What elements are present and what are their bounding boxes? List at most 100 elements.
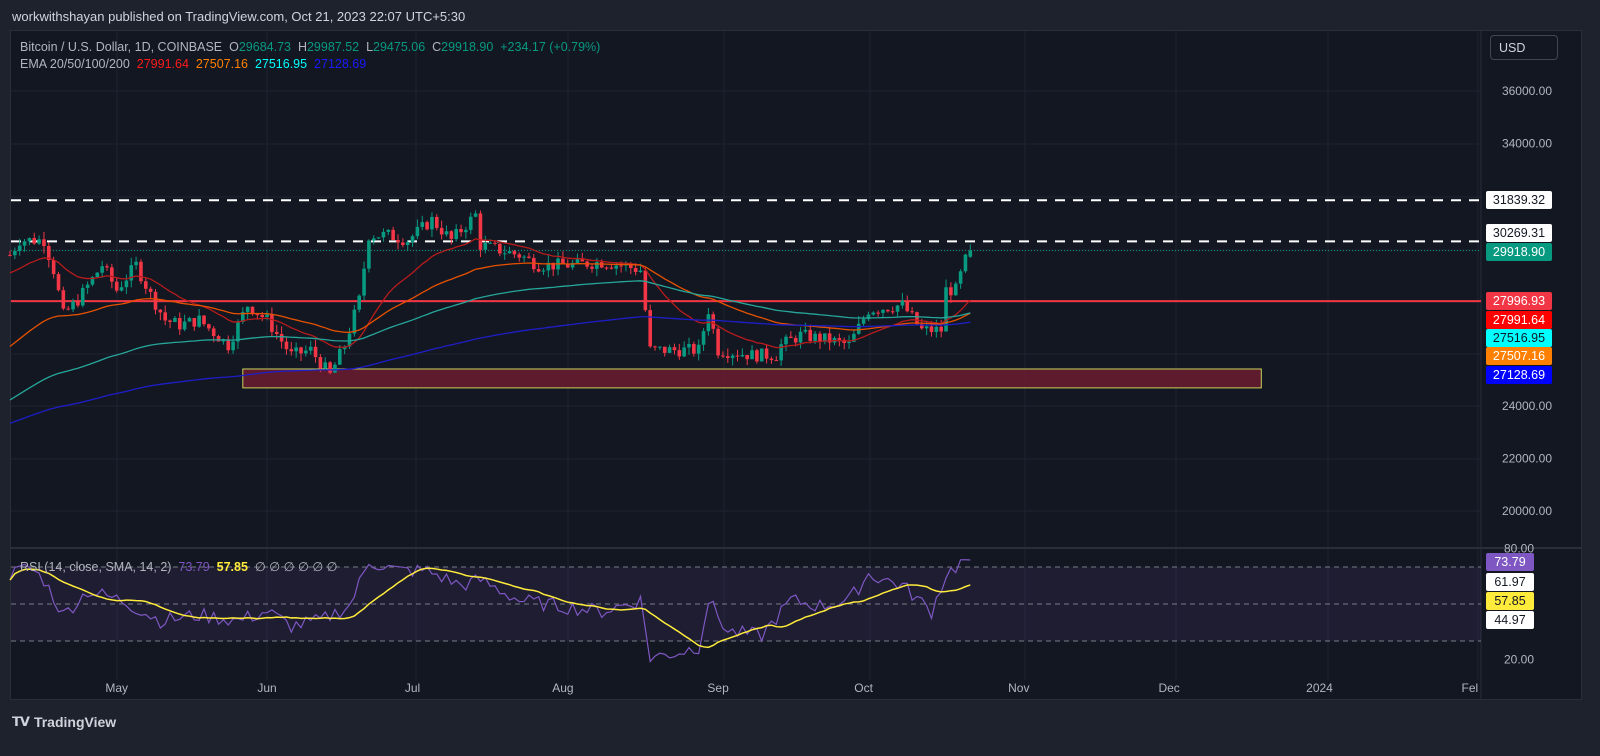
candle bbox=[304, 345, 308, 357]
candle-body bbox=[915, 312, 919, 325]
candle bbox=[473, 210, 478, 218]
candle bbox=[401, 238, 405, 248]
candle-body bbox=[56, 274, 61, 291]
candle-body bbox=[216, 336, 221, 342]
candle-body bbox=[658, 346, 662, 348]
candle bbox=[726, 348, 730, 363]
candle-body bbox=[95, 272, 100, 277]
candle-body bbox=[299, 347, 303, 354]
candle-body bbox=[444, 231, 449, 235]
currency-button[interactable]: USD bbox=[1490, 35, 1558, 60]
candle bbox=[735, 349, 740, 362]
candle-body bbox=[386, 229, 391, 232]
candle bbox=[910, 307, 914, 315]
candle bbox=[158, 309, 163, 321]
rsi-label[interactable]: RSI (14, close, SMA, 14, 2) bbox=[20, 560, 171, 574]
candle bbox=[381, 228, 386, 242]
candle-body bbox=[871, 312, 876, 315]
candle-body bbox=[32, 238, 37, 244]
candle-body bbox=[730, 355, 735, 359]
candle-body bbox=[318, 357, 323, 369]
candle bbox=[153, 289, 158, 315]
candle bbox=[740, 348, 745, 358]
candle bbox=[949, 282, 953, 303]
candle bbox=[468, 212, 473, 235]
time-axis-label: Jul bbox=[405, 681, 420, 695]
candle-body bbox=[362, 268, 366, 296]
candle bbox=[590, 264, 594, 273]
candle bbox=[672, 343, 677, 355]
candle bbox=[890, 306, 895, 315]
candle-body bbox=[420, 222, 425, 227]
candle bbox=[328, 361, 332, 375]
candle bbox=[177, 312, 182, 335]
candle bbox=[953, 281, 958, 296]
candle-body bbox=[187, 318, 192, 322]
candle bbox=[124, 274, 129, 294]
candle bbox=[430, 212, 434, 237]
candle-body bbox=[755, 350, 759, 362]
candle bbox=[439, 220, 444, 240]
candle-body bbox=[124, 280, 129, 288]
candle-body bbox=[260, 314, 264, 317]
candle bbox=[779, 338, 783, 366]
candle bbox=[114, 278, 119, 293]
candle-body bbox=[478, 213, 483, 250]
candle-body bbox=[784, 336, 788, 345]
candle bbox=[963, 253, 968, 273]
candle-body bbox=[643, 270, 648, 311]
candle bbox=[338, 344, 342, 365]
candle-body bbox=[66, 308, 70, 310]
candle bbox=[8, 250, 12, 257]
candle-body bbox=[80, 287, 85, 306]
candle bbox=[386, 229, 391, 236]
candle-body bbox=[328, 362, 332, 373]
candle-body bbox=[410, 236, 415, 243]
time-axis-label: May bbox=[105, 681, 128, 695]
candle-body bbox=[498, 243, 502, 254]
candle-body bbox=[85, 284, 90, 288]
symbol-name[interactable]: Bitcoin / U.S. Dollar, 1D, COINBASE bbox=[20, 40, 222, 54]
candle bbox=[80, 284, 85, 308]
ema100-value: 27516.95 bbox=[254, 57, 308, 71]
candle-body bbox=[536, 269, 541, 272]
candle bbox=[876, 310, 880, 317]
candle-body bbox=[590, 266, 594, 269]
candle-body bbox=[17, 245, 22, 251]
ema50-value: 27507.16 bbox=[195, 57, 248, 71]
candle-body bbox=[808, 329, 813, 342]
candle-body bbox=[211, 328, 216, 337]
candle-body bbox=[308, 346, 313, 351]
tradingview-logo[interactable]: 𝗧𝗩 TradingView bbox=[12, 714, 116, 730]
candle-body bbox=[245, 306, 250, 313]
ema-label[interactable]: EMA 20/50/100/200 bbox=[20, 57, 130, 71]
candle-body bbox=[798, 331, 803, 343]
candle bbox=[95, 271, 100, 278]
candle bbox=[284, 337, 289, 355]
candle-body bbox=[949, 287, 953, 296]
candle bbox=[90, 275, 95, 287]
candle bbox=[895, 304, 900, 317]
candle-body bbox=[42, 239, 46, 247]
candle bbox=[764, 344, 769, 364]
candle bbox=[667, 344, 672, 354]
candle bbox=[682, 341, 686, 358]
candle bbox=[236, 319, 240, 349]
candle bbox=[818, 331, 822, 350]
candle-body bbox=[265, 314, 269, 317]
candle-body bbox=[847, 341, 851, 344]
candle-body bbox=[517, 254, 522, 258]
candle-body bbox=[148, 288, 153, 292]
high-value: 29987.52 bbox=[306, 40, 360, 54]
candle-body bbox=[958, 271, 963, 284]
chart-canvas[interactable]: 36000.00 34000.00 24000.00 22000.00 20000.00… bbox=[0, 0, 1600, 756]
candle-body bbox=[953, 283, 958, 296]
rsi-tag: 44.97 bbox=[1486, 611, 1534, 629]
time-axis-label: Dec bbox=[1158, 681, 1179, 695]
candle-body bbox=[493, 242, 497, 244]
candle bbox=[658, 346, 662, 351]
candle bbox=[396, 234, 400, 250]
time-axis-label: Fel bbox=[1462, 681, 1479, 695]
candle bbox=[483, 235, 488, 254]
candle-body bbox=[279, 333, 284, 342]
